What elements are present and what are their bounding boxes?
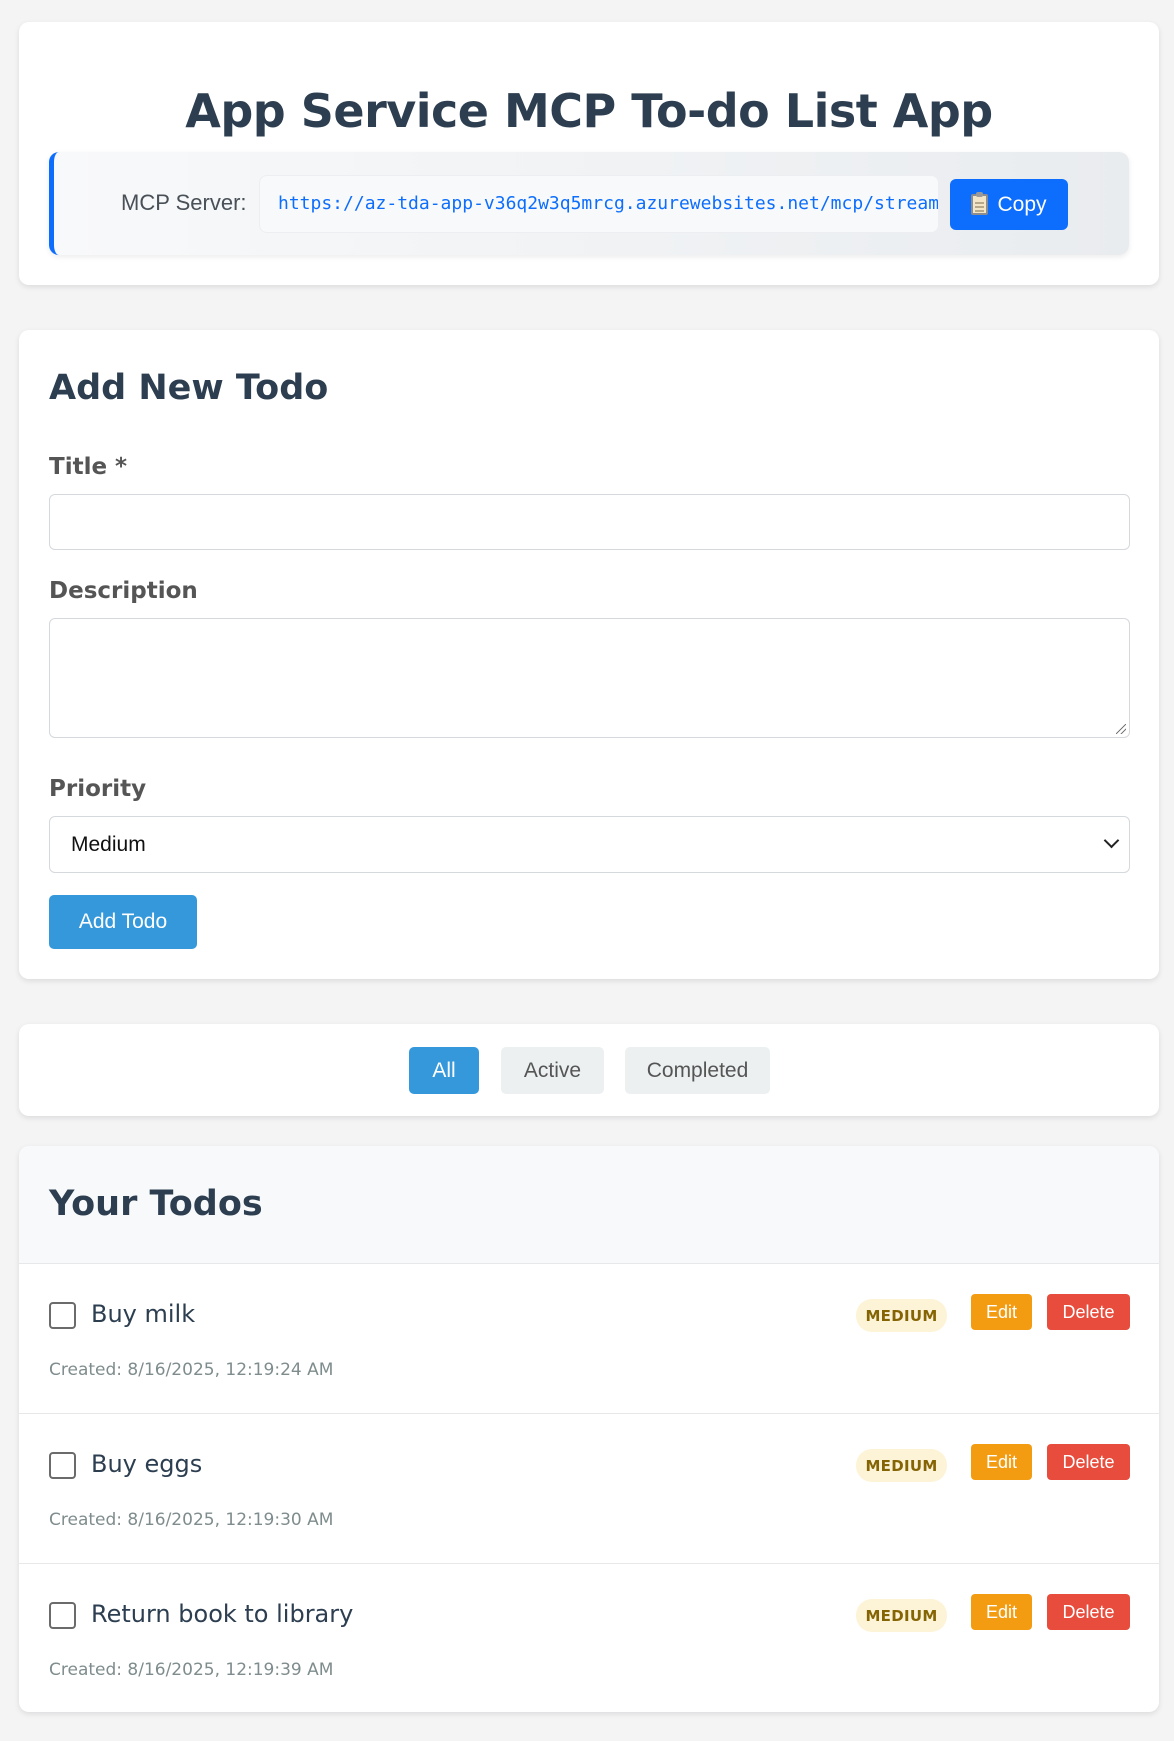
copy-button[interactable]: Copy xyxy=(950,179,1068,230)
priority-badge: MEDIUM xyxy=(856,1449,947,1482)
filter-bar: All Active Completed xyxy=(19,1024,1159,1116)
priority-select[interactable]: Medium xyxy=(49,816,1130,873)
mcp-server-panel: MCP Server: https://az-tda-app-v36q2w3q5… xyxy=(49,152,1129,255)
filter-active-button[interactable]: Active xyxy=(501,1047,604,1094)
title-input[interactable] xyxy=(49,494,1130,550)
delete-button[interactable]: Delete xyxy=(1047,1594,1130,1630)
delete-button[interactable]: Delete xyxy=(1047,1294,1130,1330)
priority-label: Priority xyxy=(49,776,147,802)
header-card: App Service MCP To-do List App MCP Serve… xyxy=(19,22,1159,285)
todo-title: Return book to library xyxy=(91,1600,354,1628)
filter-completed-button[interactable]: Completed xyxy=(625,1047,770,1094)
copy-button-label: Copy xyxy=(997,192,1047,216)
edit-button[interactable]: Edit xyxy=(971,1294,1032,1330)
edit-button[interactable]: Edit xyxy=(971,1444,1032,1480)
mcp-server-url[interactable]: https://az-tda-app-v36q2w3q5mrcg.azurewe… xyxy=(259,175,939,233)
resize-grip-icon[interactable] xyxy=(1116,724,1126,734)
todos-list: Your Todos Buy milk MEDIUM Edit Delete C… xyxy=(19,1146,1159,1712)
priority-select-value: Medium xyxy=(71,833,146,856)
todos-heading: Your Todos xyxy=(49,1184,263,1224)
todo-item: Return book to library MEDIUM Edit Delet… xyxy=(19,1564,1159,1712)
delete-button[interactable]: Delete xyxy=(1047,1444,1130,1480)
todos-header: Your Todos xyxy=(19,1146,1159,1264)
clipboard-icon xyxy=(971,192,989,215)
description-label: Description xyxy=(49,578,198,604)
todo-checkbox[interactable] xyxy=(49,1452,76,1479)
todo-item: Buy eggs MEDIUM Edit Delete Created: 8/1… xyxy=(19,1414,1159,1564)
todo-checkbox[interactable] xyxy=(49,1302,76,1329)
todo-checkbox[interactable] xyxy=(49,1602,76,1629)
title-label: Title * xyxy=(49,454,128,480)
todo-title: Buy milk xyxy=(91,1300,196,1328)
description-textarea[interactable] xyxy=(49,618,1130,738)
form-heading: Add New Todo xyxy=(49,368,329,408)
priority-badge: MEDIUM xyxy=(856,1599,947,1632)
todo-title: Buy eggs xyxy=(91,1450,203,1478)
add-todo-form: Add New Todo Title * Description Priorit… xyxy=(19,330,1159,979)
todo-created-timestamp: Created: 8/16/2025, 12:19:39 AM xyxy=(49,1660,334,1680)
chevron-down-icon xyxy=(1103,832,1120,849)
page-title: App Service MCP To-do List App xyxy=(185,84,993,138)
mcp-server-label: MCP Server: xyxy=(121,190,247,215)
add-todo-button[interactable]: Add Todo xyxy=(49,895,197,949)
priority-badge: MEDIUM xyxy=(856,1299,947,1332)
edit-button[interactable]: Edit xyxy=(971,1594,1032,1630)
todo-item: Buy milk MEDIUM Edit Delete Created: 8/1… xyxy=(19,1264,1159,1414)
todo-created-timestamp: Created: 8/16/2025, 12:19:30 AM xyxy=(49,1510,334,1530)
filter-all-button[interactable]: All xyxy=(409,1047,479,1094)
todo-created-timestamp: Created: 8/16/2025, 12:19:24 AM xyxy=(49,1360,334,1380)
